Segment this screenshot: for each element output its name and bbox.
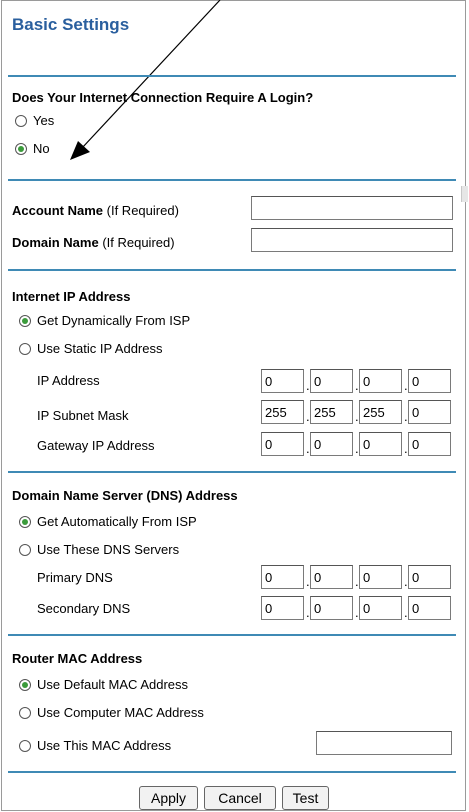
mac-heading: Router MAC Address	[12, 651, 143, 666]
subnet-octet-2[interactable]	[310, 400, 353, 424]
login-yes-option[interactable]: Yes	[15, 113, 54, 128]
account-name-label: Account Name (If Required)	[12, 203, 179, 218]
account-name-field[interactable]	[251, 196, 453, 220]
mac-default-option[interactable]: Use Default MAC Address	[19, 677, 188, 692]
radio-mac-default[interactable]	[19, 678, 31, 691]
apply-button[interactable]: Apply	[139, 786, 198, 810]
radio-yes[interactable]	[15, 114, 27, 127]
secondary-dns-octet-3[interactable]	[359, 596, 402, 620]
ip-dynamic-option[interactable]: Get Dynamically From ISP	[19, 313, 190, 328]
divider	[8, 634, 456, 636]
divider	[8, 179, 456, 181]
radio-mac-custom[interactable]	[19, 739, 31, 752]
divider	[8, 771, 456, 773]
radio-mac-computer[interactable]	[19, 706, 31, 719]
ip-octet-3[interactable]	[359, 369, 402, 393]
radio-label: Use Default MAC Address	[37, 677, 189, 692]
ip-octet-4[interactable]	[408, 369, 451, 393]
radio-label: Use Static IP Address	[37, 341, 163, 356]
gateway-octet-2[interactable]	[310, 432, 353, 456]
login-no-option[interactable]: No	[15, 141, 50, 156]
ip-static-option[interactable]: Use Static IP Address	[19, 341, 163, 356]
secondary-dns-octet-1[interactable]	[261, 596, 304, 620]
primary-dns-octet-4[interactable]	[408, 565, 451, 589]
radio-label: Get Dynamically From ISP	[37, 313, 191, 328]
radio-label: Get Automatically From ISP	[37, 514, 197, 529]
divider	[8, 269, 456, 271]
mac-computer-option[interactable]: Use Computer MAC Address	[19, 705, 204, 720]
gateway-ip-label: Gateway IP Address	[37, 438, 155, 453]
radio-label: No	[33, 141, 50, 156]
internet-ip-heading: Internet IP Address	[12, 289, 131, 304]
dns-manual-option[interactable]: Use These DNS Servers	[19, 542, 179, 557]
primary-dns-octet-2[interactable]	[310, 565, 353, 589]
domain-name-field[interactable]	[251, 228, 453, 252]
ip-address-label: IP Address	[37, 373, 100, 388]
radio-label: Yes	[33, 113, 55, 128]
radio-dns-auto[interactable]	[19, 515, 31, 528]
secondary-dns-octet-2[interactable]	[310, 596, 353, 620]
ip-octet-1[interactable]	[261, 369, 304, 393]
cancel-button[interactable]: Cancel	[204, 786, 276, 810]
radio-no[interactable]	[15, 142, 27, 155]
gateway-octet-1[interactable]	[261, 432, 304, 456]
radio-label: Use This MAC Address	[37, 738, 172, 753]
radio-ip-dynamic[interactable]	[19, 314, 31, 327]
domain-name-label: Domain Name (If Required)	[12, 235, 175, 250]
mac-address-field[interactable]	[316, 731, 452, 755]
radio-label: Use These DNS Servers	[37, 542, 180, 557]
scrollbar-thumb[interactable]	[461, 186, 468, 202]
page-title: Basic Settings	[12, 15, 130, 34]
dns-heading: Domain Name Server (DNS) Address	[12, 488, 238, 503]
subnet-octet-4[interactable]	[408, 400, 451, 424]
gateway-octet-4[interactable]	[408, 432, 451, 456]
radio-ip-static[interactable]	[19, 342, 31, 355]
login-heading: Does Your Internet Connection Require A …	[12, 90, 314, 105]
subnet-octet-3[interactable]	[359, 400, 402, 424]
gateway-octet-3[interactable]	[359, 432, 402, 456]
dns-auto-option[interactable]: Get Automatically From ISP	[19, 514, 197, 529]
secondary-dns-octet-4[interactable]	[408, 596, 451, 620]
radio-dns-manual[interactable]	[19, 543, 31, 556]
primary-dns-octet-1[interactable]	[261, 565, 304, 589]
primary-dns-label: Primary DNS	[37, 570, 113, 585]
ip-octet-2[interactable]	[310, 369, 353, 393]
secondary-dns-label: Secondary DNS	[37, 601, 131, 616]
test-button[interactable]: Test	[282, 786, 329, 810]
divider	[8, 471, 456, 473]
divider	[8, 75, 456, 77]
subnet-octet-1[interactable]	[261, 400, 304, 424]
radio-label: Use Computer MAC Address	[37, 705, 204, 720]
primary-dns-octet-3[interactable]	[359, 565, 402, 589]
mac-custom-option[interactable]: Use This MAC Address	[19, 738, 171, 753]
subnet-mask-label: IP Subnet Mask	[37, 408, 129, 423]
